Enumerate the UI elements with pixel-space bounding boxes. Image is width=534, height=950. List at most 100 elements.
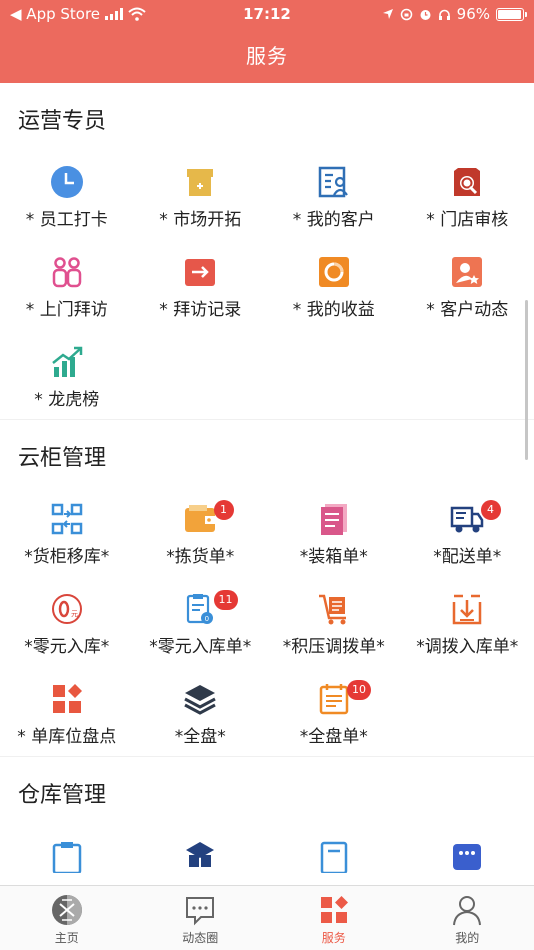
service-item[interactable]: 元 *零元入库* bbox=[0, 576, 134, 666]
svg-text:0: 0 bbox=[205, 615, 209, 623]
service-item-label: * 单库位盘点 bbox=[17, 727, 117, 747]
profile-icon bbox=[453, 896, 482, 926]
service-item-label: * 我的收益 bbox=[292, 300, 375, 320]
service-item-label: * 门店审核 bbox=[426, 210, 509, 230]
shop-icon bbox=[187, 169, 214, 196]
service-item[interactable]: *配送单* 4 bbox=[401, 486, 534, 576]
scrollbar[interactable] bbox=[525, 300, 528, 460]
service-item[interactable]: * 龙虎榜 bbox=[0, 329, 134, 419]
notification-badge: 1 bbox=[213, 500, 234, 520]
tab-service-grid[interactable]: 服务 bbox=[267, 886, 401, 950]
section: 云柜管理 *货柜移库* *拣货单* 1 *装箱单* *配送单* 4 元 *零元入库* 0 *零元入库… bbox=[0, 420, 534, 757]
service-content[interactable]: 运营专员 * 员工打卡 * 市场开拓 * 我的客户 * 门店审核 * 上门拜访 * 拜访记录… bbox=[0, 83, 534, 885]
calendar-list-icon bbox=[319, 684, 348, 715]
service-item[interactable]: * 单库位盘点 bbox=[0, 666, 134, 756]
service-item-label: *货柜移库* bbox=[24, 547, 110, 567]
zero-yuan-list-icon: 0 bbox=[187, 594, 214, 624]
service-item[interactable]: * 我的收益 bbox=[267, 239, 401, 329]
tab-chat[interactable]: 动态圈 bbox=[134, 886, 268, 950]
service-item[interactable]: *全盘* bbox=[134, 666, 268, 756]
service-item-label: *配送单* bbox=[433, 547, 502, 567]
service-grid-icon bbox=[320, 896, 348, 923]
service-item-label: * 客户动态 bbox=[426, 300, 509, 320]
battery-icon bbox=[496, 7, 527, 21]
tab-bar: 主页 动态圈 服务 我的 bbox=[0, 885, 534, 950]
battery-percent: 96% bbox=[456, 5, 490, 23]
service-item-label: *装箱单* bbox=[299, 547, 368, 567]
section: 运营专员 * 员工打卡 * 市场开拓 * 我的客户 * 门店审核 * 上门拜访 * 拜访记录… bbox=[0, 83, 534, 420]
section: 仓库管理 bbox=[0, 757, 534, 885]
service-item[interactable]: *装箱单* bbox=[267, 486, 401, 576]
service-grid bbox=[0, 823, 534, 885]
earnings-icon bbox=[318, 257, 349, 287]
customer-activity-icon bbox=[452, 257, 483, 287]
home-icon bbox=[51, 895, 82, 925]
tab-label: 动态圈 bbox=[182, 931, 219, 945]
notification-badge: 11 bbox=[213, 590, 238, 610]
service-item-label: *全盘* bbox=[174, 727, 226, 747]
service-item[interactable] bbox=[267, 823, 401, 885]
transfer-inbound-icon bbox=[453, 594, 482, 625]
section-title: 云柜管理 bbox=[18, 446, 107, 471]
section-title: 仓库管理 bbox=[18, 783, 107, 808]
tab-profile[interactable]: 我的 bbox=[401, 886, 534, 950]
service-item[interactable] bbox=[0, 823, 134, 885]
header: ◀ App Store 17:12 96% 服务 bbox=[0, 0, 534, 83]
service-item-label: *拣货单* bbox=[166, 547, 235, 567]
packing-list-icon bbox=[320, 504, 347, 535]
service-item[interactable]: * 拜访记录 bbox=[134, 239, 268, 329]
store-search-icon bbox=[454, 168, 481, 196]
service-item-label: *调拨入库单* bbox=[416, 637, 519, 657]
warehouse-clipboard-icon bbox=[52, 842, 81, 873]
service-item[interactable]: * 门店审核 bbox=[401, 149, 534, 239]
service-item[interactable]: *货柜移库* bbox=[0, 486, 134, 576]
cart-transfer-icon bbox=[318, 594, 346, 625]
service-item[interactable]: *全盘单* 10 bbox=[267, 666, 401, 756]
service-grid: *货柜移库* *拣货单* 1 *装箱单* *配送单* 4 元 *零元入库* 0 *零元入库单* 11… bbox=[0, 486, 534, 756]
warehouse-boxes-icon bbox=[186, 842, 215, 867]
service-item-label: * 我的客户 bbox=[292, 210, 375, 230]
service-item[interactable]: *积压调拨单* bbox=[267, 576, 401, 666]
clock-icon bbox=[50, 166, 83, 198]
tab-home[interactable]: 主页 bbox=[0, 886, 134, 950]
svg-text:元: 元 bbox=[71, 610, 78, 618]
service-item-label: * 市场开拓 bbox=[159, 210, 242, 230]
app-root: ◀ App Store 17:12 96% 服务 运营专员 * 员工打卡 * 市… bbox=[0, 0, 534, 950]
zero-yuan-icon: 元 bbox=[51, 594, 82, 624]
service-item[interactable]: * 我的客户 bbox=[267, 149, 401, 239]
service-item-label: * 龙虎榜 bbox=[34, 390, 100, 410]
visit-people-icon bbox=[52, 257, 81, 288]
layers-icon bbox=[184, 685, 216, 715]
service-item-label: * 拜访记录 bbox=[159, 300, 242, 320]
service-item-label: *全盘单* bbox=[299, 727, 368, 747]
headphones-icon bbox=[438, 9, 450, 20]
service-item-label: *零元入库单* bbox=[149, 637, 252, 657]
section-title: 运营专员 bbox=[18, 109, 107, 134]
notification-badge: 4 bbox=[480, 500, 501, 520]
warehouse-doc-icon bbox=[320, 841, 347, 873]
customer-card-icon bbox=[318, 166, 348, 198]
service-item[interactable]: * 市场开拓 bbox=[134, 149, 268, 239]
tab-label: 主页 bbox=[54, 931, 79, 945]
location-arrow-icon bbox=[382, 9, 393, 19]
alarm-icon bbox=[420, 9, 431, 20]
visit-record-icon bbox=[185, 259, 216, 286]
service-item-label: *零元入库* bbox=[24, 637, 110, 657]
warehouse-chat-icon bbox=[453, 844, 482, 870]
service-item[interactable]: *调拨入库单* bbox=[401, 576, 534, 666]
service-item-label: *积压调拨单* bbox=[282, 637, 385, 657]
ranking-chart-icon bbox=[51, 346, 82, 377]
service-item-label: * 上门拜访 bbox=[25, 300, 108, 320]
service-item[interactable] bbox=[401, 823, 534, 885]
service-item[interactable]: * 上门拜访 bbox=[0, 239, 134, 329]
service-item[interactable]: 0 *零元入库单* 11 bbox=[134, 576, 268, 666]
slot-inventory-icon bbox=[52, 684, 82, 713]
chat-icon bbox=[186, 897, 215, 926]
container-transfer-icon bbox=[51, 503, 82, 535]
service-item[interactable] bbox=[134, 823, 268, 885]
tab-label: 我的 bbox=[455, 931, 480, 945]
service-item[interactable]: *拣货单* 1 bbox=[134, 486, 268, 576]
service-item[interactable]: * 员工打卡 bbox=[0, 149, 134, 239]
service-item[interactable]: * 客户动态 bbox=[401, 239, 534, 329]
delivery-truck-icon bbox=[451, 506, 484, 533]
